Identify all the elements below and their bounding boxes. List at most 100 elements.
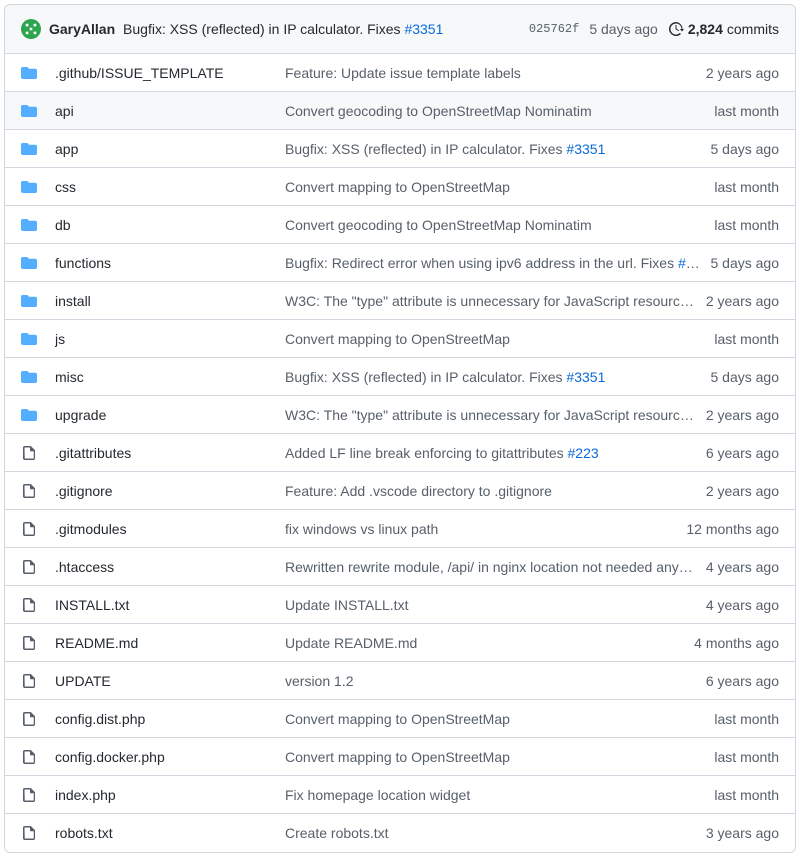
file-row[interactable]: api Convert geocoding to OpenStreetMap No… [5,92,795,130]
file-icon [21,635,41,651]
file-row[interactable]: app Bugfix: XSS (reflected) in IP calcula… [5,130,795,168]
file-row[interactable]: robots.txt Create robots.txt3 years ago [5,814,795,852]
file-name-cell: functions [55,255,285,271]
file-row[interactable]: index.phpFix homepage location widgetlas… [5,776,795,814]
commit-message-cell[interactable]: Bugfix: Redirect error when using ipv6 a… [285,255,711,271]
commit-hash[interactable]: 025762f [529,22,579,36]
commit-message-cell[interactable]: W3C: The "type" attribute is unnecessary… [285,293,706,309]
commit-message-cell[interactable]: Bugfix: XSS (reflected) in IP calculator… [285,141,711,157]
commit-date-cell: last month [714,331,779,347]
commit-message-cell[interactable]: Rewritten rewrite module, /api/ in nginx… [285,559,706,575]
commit-message-cell[interactable]: Feature: Update issue template labels [285,65,706,81]
commit-message-cell[interactable]: Convert geocoding to OpenStreetMap Nomin… [285,217,714,233]
commit-date-cell: 5 days ago [711,141,780,157]
file-icon [21,597,41,613]
commit-message-cell[interactable]: Fix homepage location widget [285,787,714,803]
author-link[interactable]: GaryAllan [49,21,115,37]
commit-message-cell[interactable]: Convert geocoding to OpenStreetMap Nomin… [285,103,714,119]
file-name-link[interactable]: .gitmodules [55,521,127,537]
file-row[interactable]: .gitattributes Added LF line break enforc… [5,434,795,472]
file-name-cell: js [55,331,285,347]
commit-date-cell: last month [714,179,779,195]
file-name-cell: db [55,217,285,233]
file-row[interactable]: functions Bugfix: Redirect error when usi… [5,244,795,282]
commit-message[interactable]: Bugfix: XSS (reflected) in IP calculator… [123,21,443,37]
file-name-link[interactable]: UPDATE [55,673,111,689]
commit-message-cell[interactable]: W3C: The "type" attribute is unnecessary… [285,407,706,423]
commit-message-cell[interactable]: Convert mapping to OpenStreetMap [285,179,714,195]
commit-date-cell: 4 months ago [694,635,779,651]
folder-icon [21,179,41,195]
file-row[interactable]: .gitmodulesfix windows vs linux path12 m… [5,510,795,548]
issue-link[interactable]: #3350 [678,255,711,271]
file-name-link[interactable]: robots.txt [55,825,113,841]
file-name-link[interactable]: db [55,217,71,233]
file-name-link[interactable]: app [55,141,78,157]
commit-message-cell[interactable]: Feature: Add .vscode directory to .gitig… [285,483,706,499]
file-name-link[interactable]: .gitattributes [55,445,131,461]
file-name-link[interactable]: misc [55,369,84,385]
file-icon [21,711,41,727]
file-name-cell: INSTALL.txt [55,597,285,613]
commit-message-cell[interactable]: Convert mapping to OpenStreetMap [285,331,714,347]
avatar[interactable] [21,19,41,39]
file-row[interactable]: css Convert mapping to OpenStreetMaplast … [5,168,795,206]
file-icon [21,825,41,841]
file-name-link[interactable]: upgrade [55,407,106,423]
commit-message-cell[interactable]: Convert mapping to OpenStreetMap [285,749,714,765]
file-row[interactable]: js Convert mapping to OpenStreetMaplast m… [5,320,795,358]
file-name-link[interactable]: config.docker.php [55,749,165,765]
latest-commit-summary: GaryAllan Bugfix: XSS (reflected) in IP … [49,21,513,37]
file-name-link[interactable]: .gitignore [55,483,113,499]
file-name-link[interactable]: functions [55,255,111,271]
file-name-link[interactable]: index.php [55,787,116,803]
file-name-link[interactable]: install [55,293,91,309]
commit-message-cell[interactable]: Create robots.txt [285,825,706,841]
file-name-link[interactable]: js [55,331,65,347]
file-row[interactable]: misc Bugfix: XSS (reflected) in IP calcul… [5,358,795,396]
folder-icon [21,65,41,81]
issue-link[interactable]: #3351 [566,141,605,157]
commit-date-cell: last month [714,103,779,119]
file-name-cell: config.dist.php [55,711,285,727]
file-icon [21,559,41,575]
file-name-link[interactable]: INSTALL.txt [55,597,129,613]
file-name-link[interactable]: config.dist.php [55,711,145,727]
commits-history-link[interactable]: 2,824 commits [668,21,779,37]
file-row[interactable]: .github/ISSUE_TEMPLATE Feature: Update is… [5,54,795,92]
file-name-cell: config.docker.php [55,749,285,765]
file-name-link[interactable]: css [55,179,76,195]
commit-message-cell[interactable]: version 1.2 [285,673,706,689]
file-name-cell: .github/ISSUE_TEMPLATE [55,65,285,81]
file-row[interactable]: INSTALL.txtUpdate INSTALL.txt4 years ago [5,586,795,624]
file-icon [21,483,41,499]
commit-message-cell[interactable]: Convert mapping to OpenStreetMap [285,711,714,727]
file-row[interactable]: install W3C: The "type" attribute is unne… [5,282,795,320]
commit-message-cell[interactable]: Bugfix: XSS (reflected) in IP calculator… [285,369,711,385]
commit-message-cell[interactable]: Update README.md [285,635,694,651]
commit-message-cell[interactable]: Added LF line break enforcing to gitattr… [285,445,706,461]
file-row[interactable]: config.dist.php Convert mapping to OpenSt… [5,700,795,738]
commit-date-cell: 3 years ago [706,825,779,841]
file-row[interactable]: db Convert geocoding to OpenStreetMap Nom… [5,206,795,244]
file-row[interactable]: upgrade W3C: The "type" attribute is unne… [5,396,795,434]
file-name-link[interactable]: .htaccess [55,559,114,575]
file-name-cell: UPDATE [55,673,285,689]
commit-message-cell[interactable]: Update INSTALL.txt [285,597,706,613]
file-row[interactable]: .htaccess Rewritten rewrite module, /api/… [5,548,795,586]
file-row[interactable]: UPDATEversion 1.26 years ago [5,662,795,700]
issue-link[interactable]: #223 [568,445,599,461]
commit-message-cell[interactable]: fix windows vs linux path [285,521,686,537]
commit-date: 5 days ago [589,21,658,37]
file-row[interactable]: config.docker.php Convert mapping to Open… [5,738,795,776]
file-name-link[interactable]: README.md [55,635,138,651]
folder-icon [21,407,41,423]
file-name-link[interactable]: .github/ISSUE_TEMPLATE [55,65,224,81]
file-row[interactable]: .gitignore Feature: Add .vscode directory… [5,472,795,510]
identicon-icon [24,22,38,36]
file-name-cell: css [55,179,285,195]
issue-link[interactable]: #3351 [566,369,605,385]
file-row[interactable]: README.md Update README.md4 months ago [5,624,795,662]
file-name-link[interactable]: api [55,103,74,119]
commit-issue-link[interactable]: #3351 [404,21,443,37]
